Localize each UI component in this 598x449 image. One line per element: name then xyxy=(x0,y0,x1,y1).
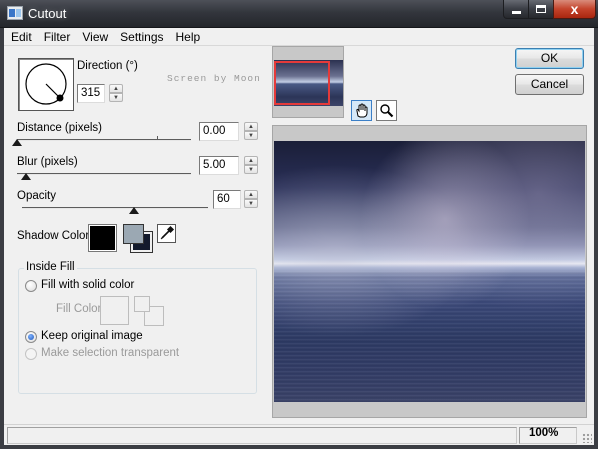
magnifier-icon xyxy=(380,104,394,118)
keep-original-label: Keep original image xyxy=(41,330,143,342)
blur-label: Blur (pixels) xyxy=(17,156,78,168)
distance-spinner[interactable]: ▲ ▼ xyxy=(244,122,258,141)
preview-water xyxy=(274,271,585,402)
direction-up-button[interactable]: ▲ xyxy=(109,84,123,93)
fill-solid-radio[interactable] xyxy=(25,280,37,292)
watermark-text: Screen by Moon xyxy=(167,73,261,84)
opacity-down-button[interactable]: ▼ xyxy=(244,199,258,208)
opacity-slider-track[interactable] xyxy=(22,207,208,209)
preview-pane[interactable] xyxy=(272,125,587,418)
distance-label: Distance (pixels) xyxy=(17,122,102,134)
status-bar xyxy=(4,424,594,445)
distance-down-button[interactable]: ▼ xyxy=(244,131,258,140)
arrow-down-icon: ▼ xyxy=(248,200,254,207)
menu-view[interactable]: View xyxy=(76,28,114,45)
pan-tool-button[interactable] xyxy=(351,100,372,121)
status-cell-main xyxy=(7,427,517,444)
window-title: Cutout xyxy=(28,6,67,21)
app-icon xyxy=(7,6,23,20)
opacity-label: Opacity xyxy=(17,190,56,202)
inside-fill-title: Inside Fill xyxy=(24,261,77,273)
arrow-up-icon: ▲ xyxy=(248,123,254,130)
maximize-button[interactable] xyxy=(528,0,554,19)
arrow-down-icon: ▼ xyxy=(248,132,254,139)
blur-slider-track[interactable] xyxy=(17,173,191,175)
hand-icon xyxy=(356,103,368,118)
minimize-icon xyxy=(511,10,521,14)
arrow-up-icon: ▲ xyxy=(248,191,254,198)
navigator-thumbnail[interactable] xyxy=(272,46,344,118)
close-button[interactable]: x xyxy=(553,0,596,19)
menu-edit[interactable]: Edit xyxy=(4,28,38,45)
arrow-up-icon: ▲ xyxy=(113,85,119,92)
arrow-down-icon: ▼ xyxy=(248,166,254,173)
direction-dial-icon xyxy=(25,63,67,105)
menu-help[interactable]: Help xyxy=(170,28,207,45)
resize-grip[interactable] xyxy=(582,433,592,443)
fill-front-swatch[interactable] xyxy=(134,296,150,312)
transparent-radio[interactable] xyxy=(25,348,37,360)
transparent-label: Make selection transparent xyxy=(41,347,180,359)
blur-spinner[interactable]: ▲ ▼ xyxy=(244,156,258,175)
close-icon: x xyxy=(570,1,579,17)
blur-up-button[interactable]: ▲ xyxy=(244,156,258,165)
direction-spinner[interactable]: ▲ ▼ xyxy=(109,84,123,103)
fill-color-swatch[interactable] xyxy=(100,296,129,325)
blur-down-button[interactable]: ▼ xyxy=(244,165,258,174)
window-frame: Edit Filter View Settings Help Direction… xyxy=(0,28,598,449)
ok-button[interactable]: OK xyxy=(515,48,584,69)
navigator-selection[interactable] xyxy=(274,61,330,105)
menu-filter[interactable]: Filter xyxy=(38,28,77,45)
fill-color-label: Fill Color xyxy=(56,303,102,315)
distance-input[interactable]: 0.00 xyxy=(199,122,239,141)
title-bar[interactable]: Cutout x xyxy=(0,0,598,28)
direction-label: Direction (°) xyxy=(77,60,138,72)
shadow-color-label: Shadow Color xyxy=(17,230,90,242)
dialog-client: Edit Filter View Settings Help Direction… xyxy=(4,28,594,445)
distance-up-button[interactable]: ▲ xyxy=(244,122,258,131)
direction-down-button[interactable]: ▼ xyxy=(109,93,123,102)
shadow-color-swatch[interactable] xyxy=(88,224,117,252)
direction-input[interactable]: 315 xyxy=(77,84,105,103)
zoom-level: 100% xyxy=(529,427,559,439)
opacity-input[interactable]: 60 xyxy=(213,190,241,209)
blur-slider-thumb[interactable] xyxy=(20,173,31,180)
menu-bar: Edit Filter View Settings Help xyxy=(4,28,594,45)
cancel-button[interactable]: Cancel xyxy=(515,74,584,95)
menu-settings[interactable]: Settings xyxy=(114,28,169,45)
zoom-tool-button[interactable] xyxy=(376,100,397,121)
opacity-up-button[interactable]: ▲ xyxy=(244,190,258,199)
maximize-icon xyxy=(536,5,546,13)
distance-slider-track[interactable] xyxy=(17,136,191,141)
blur-input[interactable]: 5.00 xyxy=(199,156,239,175)
arrow-up-icon: ▲ xyxy=(248,157,254,164)
opacity-spinner[interactable]: ▲ ▼ xyxy=(244,190,258,209)
distance-slider-thumb[interactable] xyxy=(12,139,22,146)
arrow-down-icon: ▼ xyxy=(113,94,119,101)
opacity-slider-thumb[interactable] xyxy=(128,207,139,214)
eyedropper-icon xyxy=(160,225,175,240)
foreground-color-swatch[interactable] xyxy=(123,224,144,244)
keep-original-radio[interactable] xyxy=(25,331,37,343)
distance-tick xyxy=(157,136,158,139)
minimize-button[interactable] xyxy=(503,0,529,19)
fill-solid-label: Fill with solid color xyxy=(41,279,135,291)
eyedropper-button[interactable] xyxy=(157,224,176,243)
preview-image xyxy=(274,141,585,402)
direction-dial[interactable] xyxy=(18,58,74,111)
